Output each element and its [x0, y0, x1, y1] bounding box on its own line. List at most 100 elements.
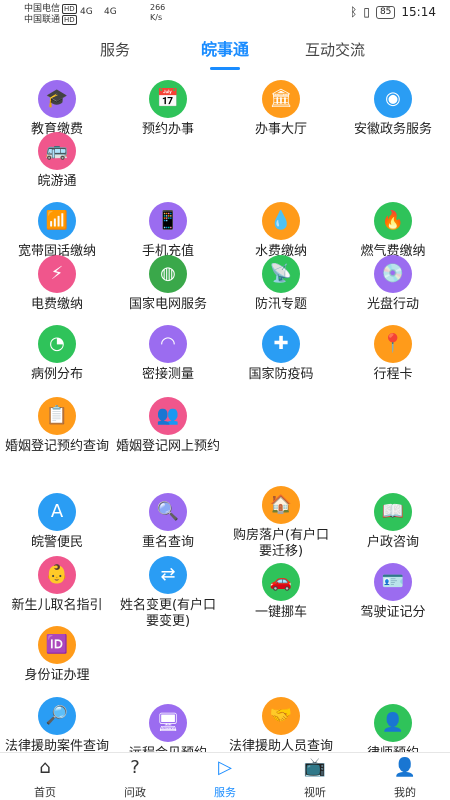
lightning-icon: ⚡: [38, 255, 76, 293]
calendar-icon: 📅: [149, 80, 187, 118]
location-pin-icon: 📍: [374, 325, 412, 363]
service-item[interactable]: 🆔 身份证办理: [1, 626, 113, 684]
router-icon: 📶: [38, 202, 76, 240]
car-icon: 🚗: [262, 563, 300, 601]
household-book-icon: 📖: [374, 493, 412, 531]
service-item[interactable]: 💿 光盘行动: [337, 255, 449, 313]
service-item[interactable]: ◠ 密接测量: [112, 325, 224, 383]
handshake-icon: 🤝: [262, 697, 300, 735]
service-item[interactable]: 🪪 驾驶证记分: [337, 563, 449, 621]
service-item[interactable]: 💧 水费缴纳: [225, 202, 337, 260]
service-item[interactable]: 🔥 燃气费缴纳: [337, 202, 449, 260]
tab-service[interactable]: 服务: [60, 36, 170, 70]
nav-item[interactable]: ⌂ 首页: [0, 753, 90, 800]
phone-icon: 📱: [149, 202, 187, 240]
bus-icon: 🚌: [38, 132, 76, 170]
service-icon: ▷: [218, 757, 232, 778]
service-item[interactable]: 🤝 法律援助人员查询: [225, 697, 337, 755]
lawyer-icon: 👤: [374, 704, 412, 742]
bluetooth-icon: ᛒ: [350, 5, 358, 19]
gov-logo-icon: ◉: [374, 80, 412, 118]
service-item[interactable]: 🔍 重名查询: [112, 493, 224, 551]
vibrate-icon: ▯: [363, 5, 370, 19]
nav-item[interactable]: 👤 我的: [360, 753, 450, 800]
service-item[interactable]: 📖 户政咨询: [337, 493, 449, 551]
license-icon: 🪪: [374, 563, 412, 601]
service-item[interactable]: 🚗 一键挪车: [225, 563, 337, 621]
service-item-label: 国家电网服务: [128, 297, 207, 312]
service-item[interactable]: 📡 防汛专题: [225, 255, 337, 313]
clock: 15:14: [401, 5, 436, 19]
service-item-label: 婚姻登记预约查询: [5, 439, 110, 454]
service-item-label: 一键挪车: [254, 605, 307, 620]
service-item[interactable]: 👶 新生儿取名指引: [1, 556, 113, 614]
service-item-label: 预约办事: [141, 122, 194, 137]
service-item[interactable]: 📅 预约办事: [112, 80, 224, 138]
home-icon: ⌂: [39, 757, 51, 778]
service-item-label: 驾驶证记分: [360, 605, 426, 620]
tv-icon: 📺: [303, 757, 327, 778]
name-change-icon: ⇄: [149, 556, 187, 594]
service-item-label: 安徽政务服务: [353, 122, 432, 137]
state-grid-icon: ◍: [149, 255, 187, 293]
nav-item[interactable]: ? 问政: [90, 753, 180, 800]
service-item-label: 皖游通: [37, 174, 77, 189]
service-item[interactable]: ⚡ 电费缴纳: [1, 255, 113, 313]
service-item[interactable]: 👥 婚姻登记网上预约: [112, 397, 224, 455]
service-item[interactable]: ◍ 国家电网服务: [112, 255, 224, 313]
service-item[interactable]: 🏛 办事大厅: [225, 80, 337, 138]
service-item-label: 防汛专题: [254, 297, 307, 312]
nav-item[interactable]: 📺 视听: [270, 753, 360, 800]
gauge-icon: ◠: [149, 325, 187, 363]
service-item-label: 电费缴纳: [30, 297, 83, 312]
tab-interaction[interactable]: 互动交流: [280, 36, 390, 70]
carrier-info: 中国电信 HD 中国联通 HD: [24, 4, 77, 26]
service-item[interactable]: A 皖警便民: [1, 493, 113, 551]
service-item[interactable]: 📱 手机充值: [112, 202, 224, 260]
pie-chart-icon: ◔: [38, 325, 76, 363]
couple-icon: 👥: [149, 397, 187, 435]
house-icon: 🏠: [262, 486, 300, 524]
status-bar: 中国电信 HD 中国联通 HD 4G 4G 266 K/s ᛒ ▯ 85 15:14: [0, 0, 450, 28]
disc-icon: 💿: [374, 255, 412, 293]
service-item[interactable]: 🏠 购房落户(有户口要迁移): [225, 486, 337, 560]
service-item-label: 行程卡: [373, 367, 413, 382]
tab-wanshitong[interactable]: 皖事通: [170, 36, 280, 70]
nav-item-label: 服务: [214, 786, 236, 799]
service-item-label: 身份证办理: [24, 668, 90, 683]
flame-icon: 🔥: [374, 202, 412, 240]
service-item[interactable]: ◔ 病例分布: [1, 325, 113, 383]
nav-item[interactable]: ▷ 服务: [180, 753, 270, 800]
service-item[interactable]: 📍 行程卡: [337, 325, 449, 383]
bottom-nav: ⌂ 首页 ? 问政 ▷ 服务 📺 视听 👤 我的: [0, 752, 450, 800]
service-item-label: 办事大厅: [254, 122, 307, 137]
net-speed-value: 266: [150, 3, 166, 12]
building-icon: 🏛: [262, 80, 300, 118]
service-item[interactable]: 🔎 法律援助案件查询: [1, 697, 113, 755]
marriage-register-icon: 📋: [38, 397, 76, 435]
carrier-1: 中国电信: [24, 4, 61, 14]
service-item[interactable]: ✚ 国家防疫码: [225, 325, 337, 383]
net-speed: 266 K/s: [150, 3, 165, 23]
service-item-label: 新生儿取名指引: [11, 598, 103, 613]
name-search-icon: 🔍: [149, 493, 187, 531]
service-item-label: 国家防疫码: [248, 367, 314, 382]
service-item[interactable]: 🚌 皖游通: [1, 132, 113, 190]
hd-badge-2: HD: [62, 15, 77, 25]
nav-item-label: 首页: [34, 786, 56, 799]
nav-item-label: 视听: [304, 786, 326, 799]
service-item-label: 购房落户(有户口要迁移): [232, 528, 330, 559]
carrier-2: 中国联通: [24, 15, 61, 25]
graduation-cap-icon: 🎓: [38, 80, 76, 118]
net-speed-unit: K/s: [150, 13, 163, 22]
profile-icon: 👤: [393, 757, 417, 778]
service-item-label: 光盘行动: [366, 297, 419, 312]
service-item[interactable]: 📋 婚姻登记预约查询: [1, 397, 113, 455]
signal-4g-2: 4G: [104, 7, 117, 17]
service-item[interactable]: ⇄ 姓名变更(有户口要变更): [112, 556, 224, 630]
service-item[interactable]: ◉ 安徽政务服务: [337, 80, 449, 138]
service-item[interactable]: 📶 宽带固话缴纳: [1, 202, 113, 260]
case-search-icon: 🔎: [38, 697, 76, 735]
service-item-label: 密接测量: [141, 367, 194, 382]
service-item[interactable]: 🎓 教育缴费: [1, 80, 113, 138]
